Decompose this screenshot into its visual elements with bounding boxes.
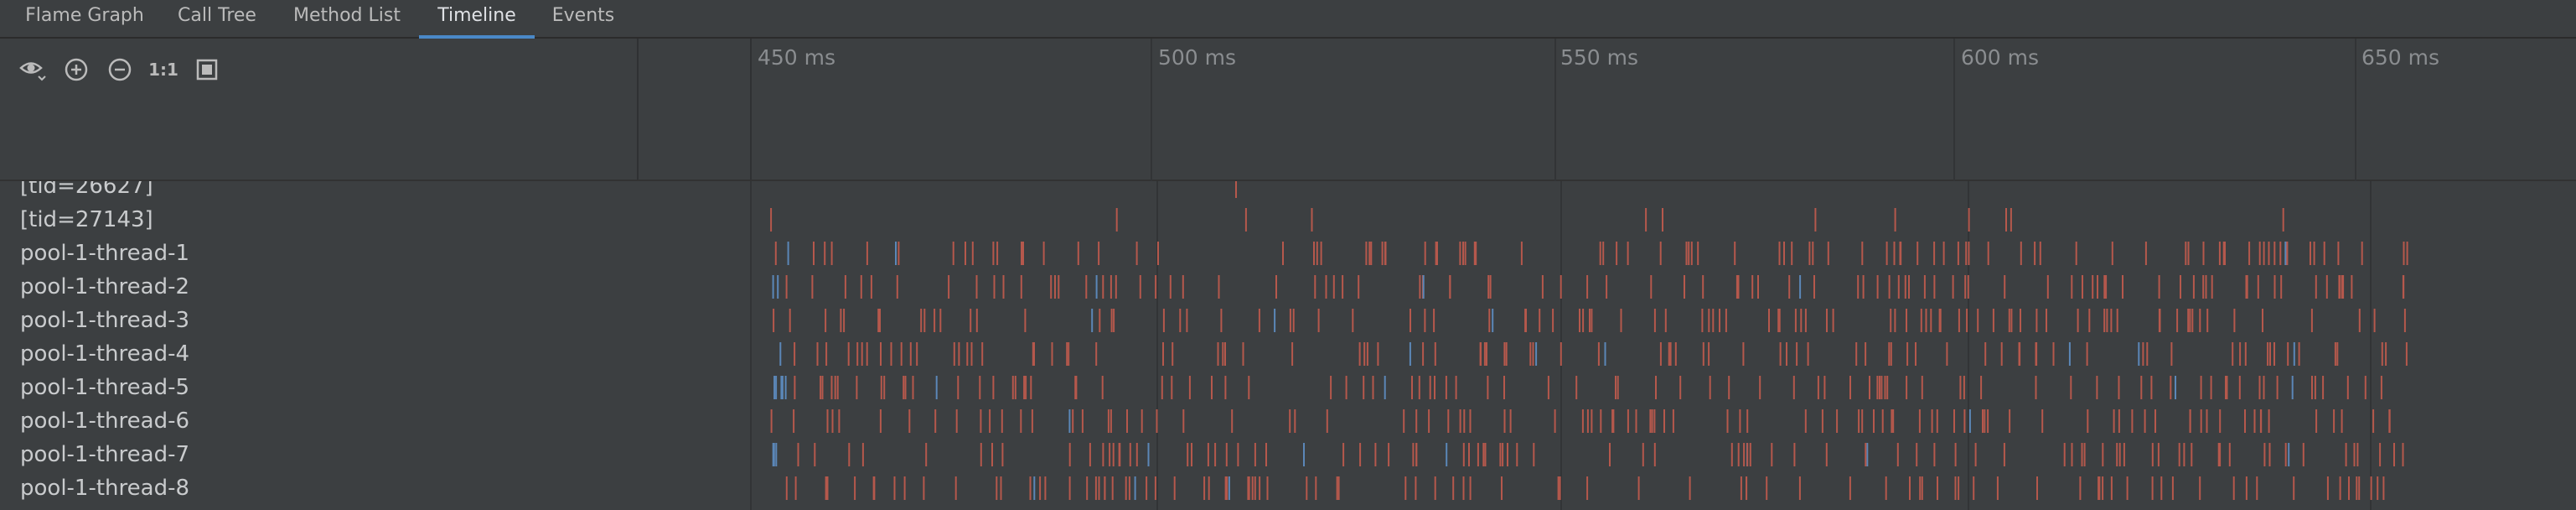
sample-marks <box>770 181 2408 500</box>
timeline-header: 1:1 450 ms 500 ms 550 ms 600 ms 650 ms <box>0 39 2576 181</box>
timeline-start-divider <box>750 39 752 180</box>
tick-line <box>1151 39 1152 181</box>
tab-flame-graph[interactable]: Flame Graph <box>13 0 156 39</box>
tab-call-tree[interactable]: Call Tree <box>166 0 268 39</box>
actual-size-button[interactable]: 1:1 <box>147 54 179 86</box>
thread-list[interactable]: [tid=26627] [tid=27143] pool-1-thread-1 … <box>0 181 2576 510</box>
tab-timeline[interactable]: Timeline <box>419 0 535 39</box>
tick-line <box>2355 39 2356 181</box>
tick-line <box>1953 39 1955 181</box>
zoom-in-icon[interactable] <box>60 54 92 86</box>
tick-label: 600 ms <box>1961 45 2040 70</box>
eye-icon[interactable] <box>17 54 49 86</box>
tab-events[interactable]: Events <box>545 0 622 39</box>
tick-label: 550 ms <box>1560 45 1639 70</box>
timeline-toolbar: 1:1 <box>17 49 223 91</box>
tick-label: 500 ms <box>1158 45 1237 70</box>
tab-method-list[interactable]: Method List <box>285 0 409 39</box>
tab-bar: Flame Graph Call Tree Method List Timeli… <box>0 0 2576 39</box>
tick-label: 650 ms <box>2361 45 2440 70</box>
fit-to-screen-icon[interactable] <box>191 54 223 86</box>
tick-line <box>1554 39 1556 181</box>
actual-size-label: 1:1 <box>148 60 178 80</box>
name-column-divider[interactable] <box>637 39 639 180</box>
tick-label: 450 ms <box>758 45 836 70</box>
zoom-out-icon[interactable] <box>104 54 136 86</box>
